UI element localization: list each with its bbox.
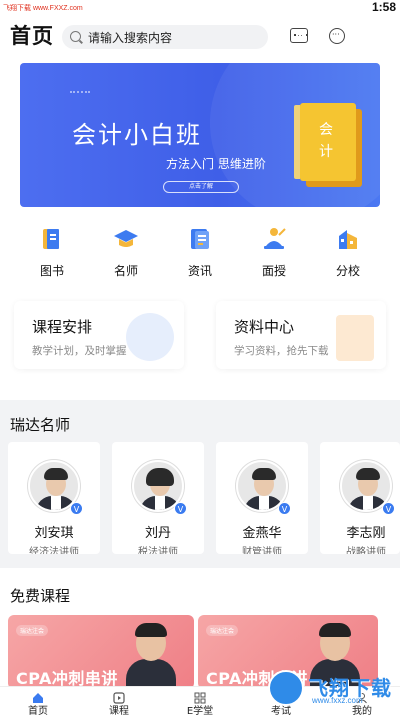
teacher-role: 财管讲师 <box>242 547 282 554</box>
home-icon <box>32 689 44 703</box>
status-watermark: 飞翔下载 www.FXXZ.com <box>3 5 83 12</box>
verified-icon: V <box>70 502 83 515</box>
book-illustration: 会计 <box>294 103 356 181</box>
card-title: 资料中心 <box>234 318 295 336</box>
tab-e-classroom[interactable]: E学堂 <box>170 687 230 716</box>
banner-subtitle: 方法入门 思维进阶 <box>166 157 266 171</box>
teacher-role: 战略讲师 <box>346 547 386 554</box>
grid-icon <box>194 689 206 704</box>
clock-icon <box>126 313 174 361</box>
nav-item-inperson[interactable]: 面授 <box>244 226 304 279</box>
nav-label: 分校 <box>335 264 360 278</box>
tab-courses[interactable]: 课程 <box>89 687 149 716</box>
nav-label: 资讯 <box>187 264 212 278</box>
teacher-card[interactable]: V 刘安琪 经济法讲师 <box>8 442 100 554</box>
tab-label: 首页 <box>28 706 48 716</box>
section-title: 免费课程 <box>10 587 71 605</box>
tab-label: 课程 <box>109 706 129 716</box>
teacher-card[interactable]: V 刘丹 税法讲师 <box>112 442 204 554</box>
play-icon <box>113 689 125 704</box>
banner-dots-decoration <box>70 91 90 99</box>
nav-item-teachers[interactable]: 名师 <box>96 226 156 279</box>
watermark-logo <box>268 670 304 706</box>
lecture-icon <box>261 226 287 252</box>
document-icon <box>187 226 213 252</box>
header: 首页 请输入搜索内容 ··· ··· <box>0 16 400 56</box>
search-placeholder: 请输入搜索内容 <box>88 31 173 45</box>
card-title: 课程安排 <box>32 318 93 336</box>
book-spine <box>294 105 300 179</box>
nav-item-branches[interactable]: 分校 <box>318 226 378 279</box>
instructor-photo <box>126 623 176 689</box>
watermark-url: www.fxxz.com <box>312 696 363 705</box>
graduation-cap-icon <box>113 226 139 252</box>
feature-cards: 课程安排 教学计划，及时掌握 资料中心 学习资料，抢先下载 <box>0 301 400 381</box>
verified-icon: V <box>174 502 187 515</box>
banner-title: 会计小白班 <box>72 121 202 149</box>
teachers-section: 瑞达名师 <box>0 400 400 434</box>
banner-button[interactable]: 点击了解 <box>163 181 239 193</box>
building-icon <box>335 226 361 252</box>
book-icon <box>39 226 65 252</box>
verified-icon: V <box>278 502 291 515</box>
page-title: 首页 <box>10 24 54 48</box>
teacher-name: 金燕华 <box>242 526 282 541</box>
verified-icon: V <box>382 502 395 515</box>
section-title: 瑞达名师 <box>10 416 71 434</box>
download-icon <box>336 315 374 361</box>
nav-label: 名师 <box>113 264 138 278</box>
tab-home[interactable]: 首页 <box>8 687 68 716</box>
course-tag: 瑞达注会 <box>16 625 49 636</box>
nav-item-books[interactable]: 图书 <box>22 226 82 279</box>
teacher-name: 刘丹 <box>144 526 171 541</box>
teacher-name: 刘安琪 <box>34 526 74 541</box>
promo-banner[interactable]: 会计小白班 方法入门 思维进阶 点击了解 会计 <box>20 63 380 207</box>
banner-pagination <box>190 197 220 203</box>
card-subtitle: 学习资料，抢先下载 <box>234 345 329 357</box>
more-icon[interactable]: ··· <box>329 28 345 44</box>
message-icon[interactable]: ··· <box>290 28 308 43</box>
course-schedule-card[interactable]: 课程安排 教学计划，及时掌握 <box>14 301 184 369</box>
card-subtitle: 教学计划，及时掌握 <box>32 345 127 357</box>
teacher-card[interactable]: V 李志刚 战略讲师 <box>320 442 400 554</box>
teacher-card[interactable]: V 金燕华 财管讲师 <box>216 442 308 554</box>
status-bar: 飞翔下载 www.FXXZ.com 1:58 <box>0 0 400 16</box>
download-site-watermark: 飞翔下载 www.fxxz.com <box>268 670 394 712</box>
course-tag: 瑞达注会 <box>206 625 239 636</box>
status-time: 1:58 <box>371 0 396 14</box>
search-input[interactable]: 请输入搜索内容 <box>62 25 268 49</box>
book-text: 会计 <box>319 122 333 160</box>
search-icon <box>70 31 81 42</box>
teacher-name: 李志刚 <box>346 526 386 541</box>
tab-label: E学堂 <box>186 706 214 716</box>
nav-item-news[interactable]: 资讯 <box>170 226 230 279</box>
nav-label: 面授 <box>261 264 286 278</box>
nav-label: 图书 <box>39 264 64 278</box>
quick-nav: 图书 名师 资讯 面授 分校 <box>0 226 400 282</box>
course-card[interactable]: 瑞达注会 CPA冲刺串讲 <box>8 615 194 689</box>
teacher-role: 税法讲师 <box>138 547 178 554</box>
resource-center-card[interactable]: 资料中心 学习资料，抢先下载 <box>216 301 386 369</box>
teacher-role: 经济法讲师 <box>29 547 79 554</box>
